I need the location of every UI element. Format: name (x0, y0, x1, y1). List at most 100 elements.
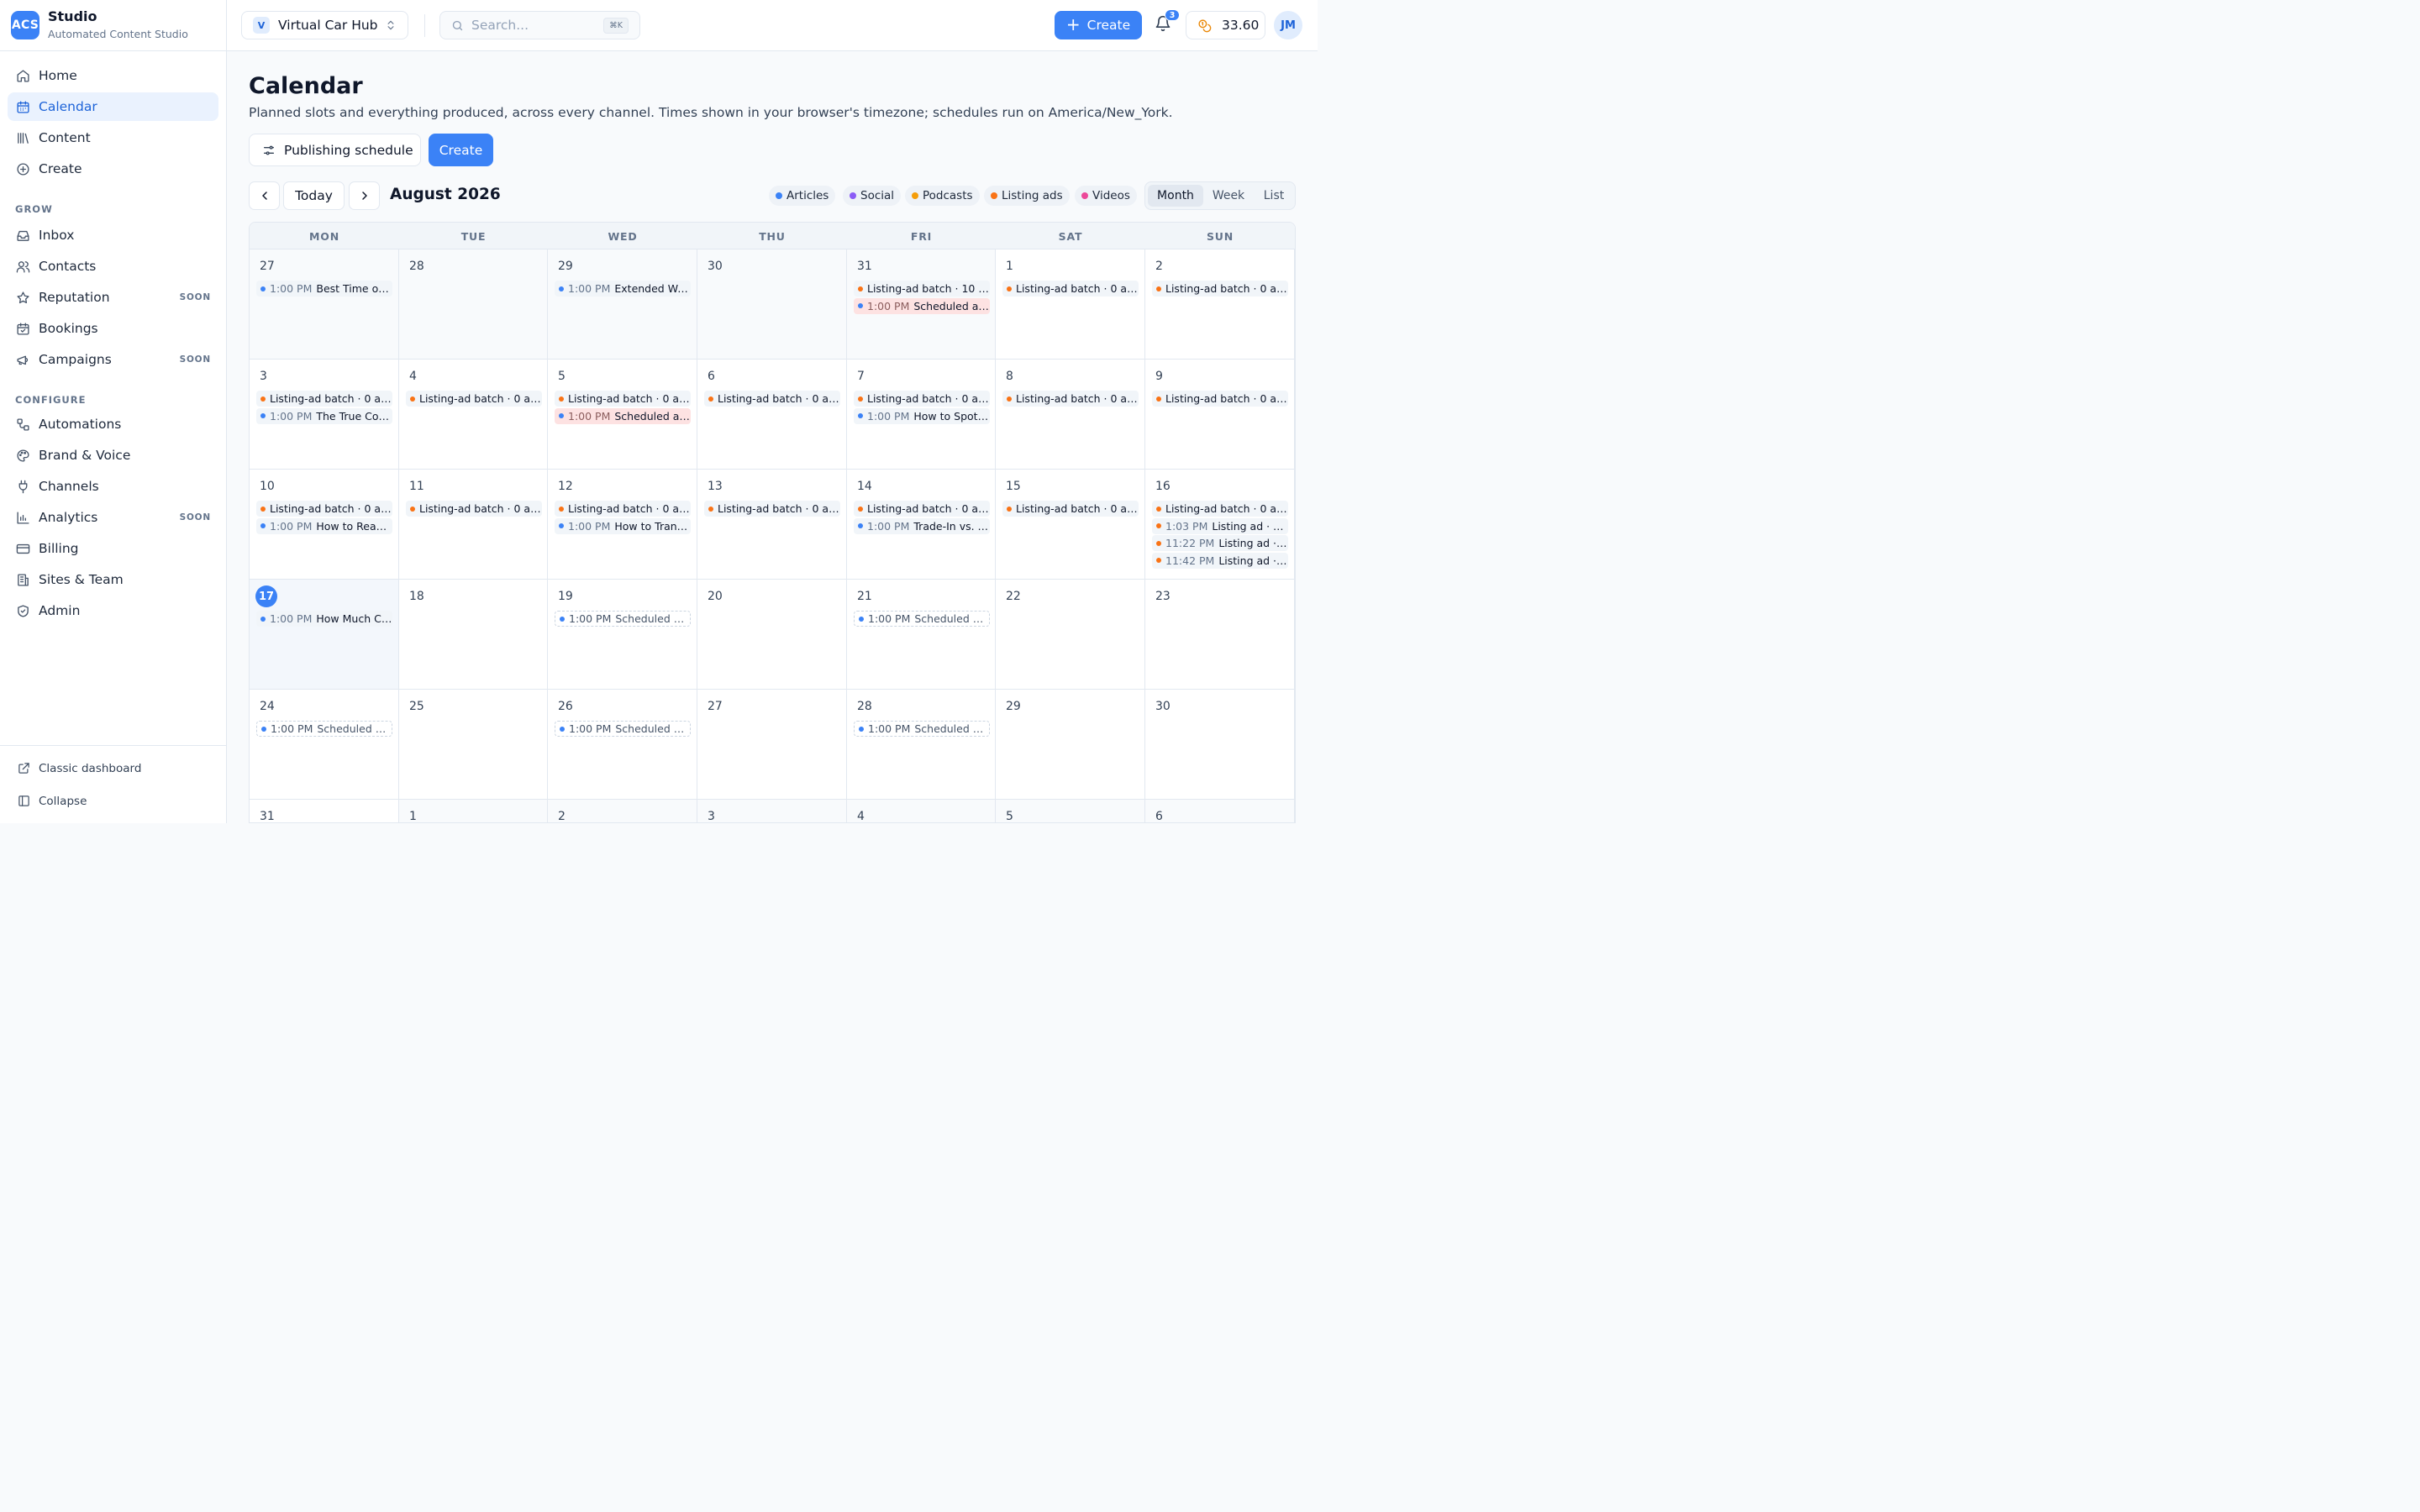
calendar-day-cell[interactable]: 16 Listing-ad batch · 0 ads 1:03 PM Listing… (1145, 470, 1295, 580)
calendar-day-cell[interactable]: 12 Listing-ad batch · 0 ads 1:00 PM How to … (548, 470, 697, 580)
legend-social[interactable]: Social (843, 186, 902, 206)
sidebar-item-analytics[interactable]: Analytics SOON (8, 503, 218, 532)
user-avatar[interactable]: JM (1274, 11, 1302, 39)
calendar-day-cell[interactable]: 1 Listing-ad batch · 0 ads (996, 249, 1145, 360)
calendar-day-cell[interactable]: 29 (996, 690, 1145, 800)
publishing-schedule-button[interactable]: Publishing schedule (249, 134, 421, 166)
sidebar-item-campaigns[interactable]: Campaigns SOON (8, 345, 218, 374)
view-list-option[interactable]: List (1254, 185, 1294, 207)
calendar-event[interactable]: Listing-ad batch · 0 ads (406, 501, 542, 517)
calendar-day-cell[interactable]: 28 (399, 249, 548, 360)
sidebar-item-calendar[interactable]: Calendar (8, 92, 218, 121)
calendar-day-cell[interactable]: 31 Listing-ad batch · 10 ads 1:00 PM Schedu… (847, 249, 996, 360)
calendar-event[interactable]: 1:00 PMExtended Warranty Explained (555, 281, 691, 297)
view-week-option[interactable]: Week (1203, 185, 1254, 207)
calendar-day-cell[interactable]: 28 1:00 PMScheduled article (847, 690, 996, 800)
calendar-event[interactable]: Listing-ad batch · 10 ads (854, 281, 990, 297)
calendar-day-cell[interactable]: 2 (548, 800, 697, 822)
calendar-event[interactable]: Listing-ad batch · 0 ads (704, 501, 840, 517)
legend-listing-ads[interactable]: Listing ads (984, 186, 1070, 206)
search-box[interactable]: ⌘K (439, 11, 640, 39)
calendar-event[interactable]: Listing-ad batch · 0 ads (854, 391, 990, 407)
legend-videos[interactable]: Videos (1075, 186, 1137, 206)
calendar-day-cell[interactable]: 6 (1145, 800, 1295, 822)
calendar-event[interactable]: Listing-ad batch · 0 ads (555, 391, 691, 407)
sidebar-item-brand-voice[interactable]: Brand & Voice (8, 441, 218, 470)
view-month-option[interactable]: Month (1148, 185, 1203, 207)
calendar-day-cell[interactable]: 29 1:00 PMExtended Warranty Explained (548, 249, 697, 360)
calendar-day-cell[interactable]: 31 (250, 800, 399, 822)
calendar-event[interactable]: Listing-ad batch · 0 ads (256, 501, 392, 517)
calendar-day-cell[interactable]: 27 (697, 690, 847, 800)
calendar-day-cell[interactable]: 18 (399, 580, 548, 690)
legend-articles[interactable]: Articles (769, 186, 836, 206)
sidebar-item-contacts[interactable]: Contacts (8, 252, 218, 281)
calendar-day-cell[interactable]: 4 (847, 800, 996, 822)
brand-header[interactable]: ACS Studio Automated Content Studio (0, 0, 226, 51)
sidebar-item-inbox[interactable]: Inbox (8, 221, 218, 249)
calendar-day-cell[interactable]: 30 (697, 249, 847, 360)
calendar-event[interactable]: Listing-ad batch · 0 ads (1002, 391, 1139, 407)
calendar-day-cell[interactable]: 25 (399, 690, 548, 800)
calendar-day-cell[interactable]: 23 (1145, 580, 1295, 690)
calendar-event[interactable]: Listing-ad batch · 0 ads (406, 391, 542, 407)
sidebar-item-reputation[interactable]: Reputation SOON (8, 283, 218, 312)
calendar-event[interactable]: 11:42 PMListing ad · Truck (1152, 552, 1288, 569)
calendar-day-cell[interactable]: 3 (697, 800, 847, 822)
calendar-event[interactable]: 1:00 PMScheduled article (555, 407, 691, 424)
calendar-event[interactable]: Listing-ad batch · 0 ads (256, 391, 392, 407)
calendar-day-cell[interactable]: 1 (399, 800, 548, 822)
calendar-day-cell[interactable]: 8 Listing-ad batch · 0 ads (996, 360, 1145, 470)
calendar-event[interactable]: 11:22 PMListing ad · SUV (1152, 535, 1288, 551)
calendar-event[interactable]: Listing-ad batch · 0 ads (854, 501, 990, 517)
calendar-day-cell[interactable]: 22 (996, 580, 1145, 690)
calendar-event[interactable]: 1:00 PMHow Much Car Can You Afford (256, 611, 392, 627)
sidebar-item-admin[interactable]: Admin (8, 596, 218, 625)
calendar-event[interactable]: Listing-ad batch · 0 ads (1002, 501, 1139, 517)
calendar-day-cell[interactable]: 5 Listing-ad batch · 0 ads 1:00 PM Schedule… (548, 360, 697, 470)
calendar-event[interactable]: Listing-ad batch · 0 ads (1152, 391, 1288, 407)
search-input[interactable] (471, 18, 597, 33)
calendar-event[interactable]: 1:00 PMScheduled article (854, 297, 990, 314)
calendar-event[interactable]: Listing-ad batch · 0 ads (1002, 281, 1139, 297)
calendar-day-cell[interactable]: 11 Listing-ad batch · 0 ads (399, 470, 548, 580)
calendar-day-cell[interactable]: 27 1:00 PMBest Time of Year to Buy a Used… (250, 249, 399, 360)
calendar-day-cell[interactable]: 26 1:00 PMScheduled article (548, 690, 697, 800)
calendar-event[interactable]: Listing-ad batch · 0 ads (555, 501, 691, 517)
calendar-day-cell[interactable]: 20 (697, 580, 847, 690)
calendar-day-cell[interactable]: 6 Listing-ad batch · 0 ads (697, 360, 847, 470)
calendar-day-cell[interactable]: 4 Listing-ad batch · 0 ads (399, 360, 548, 470)
calendar-event[interactable]: 1:00 PMScheduled article (555, 721, 691, 737)
calendar-day-cell[interactable]: 5 (996, 800, 1145, 822)
calendar-day-cell[interactable]: 3 Listing-ad batch · 0 ads 1:00 PM The True… (250, 360, 399, 470)
calendar-day-cell[interactable]: 21 1:00 PMScheduled article (847, 580, 996, 690)
sidebar-item-home[interactable]: Home (8, 61, 218, 90)
calendar-event[interactable]: 1:00 PMScheduled article (256, 721, 392, 737)
sidebar-item-channels[interactable]: Channels (8, 472, 218, 501)
calendar-event[interactable]: Listing-ad batch · 0 ads (704, 391, 840, 407)
sidebar-item-content[interactable]: Content (8, 123, 218, 152)
sidebar-item-create[interactable]: Create (8, 155, 218, 183)
previous-month-button[interactable] (249, 181, 280, 210)
sidebar-item-billing[interactable]: Billing (8, 534, 218, 563)
calendar-event[interactable]: 1:00 PMHow to Spot a Flood Car (854, 407, 990, 424)
calendar-day-cell[interactable]: 30 (1145, 690, 1295, 800)
calendar-day-cell[interactable]: 24 1:00 PM Scheduled article (250, 690, 399, 800)
calendar-event[interactable]: 1:03 PM Listing ad · Sedan (1152, 517, 1288, 534)
today-button[interactable]: Today (283, 181, 345, 210)
create-button[interactable]: + Create (1055, 11, 1142, 39)
calendar-day-cell[interactable]: 14 Listing-ad batch · 0 ads 1:00 PM Trade-I… (847, 470, 996, 580)
calendar-day-cell[interactable]: 7 Listing-ad batch · 0 ads 1:00 PM How to S… (847, 360, 996, 470)
calendar-event[interactable]: 1:00 PMScheduled article (854, 721, 990, 737)
workspace-switcher[interactable]: V Virtual Car Hub (241, 11, 408, 39)
calendar-day-cell[interactable]: 15 Listing-ad batch · 0 ads (996, 470, 1145, 580)
calendar-day-cell[interactable]: 9 Listing-ad batch · 0 ads (1145, 360, 1295, 470)
calendar-day-cell[interactable]: 2 Listing-ad batch · 0 ads (1145, 249, 1295, 360)
calendar-event[interactable]: 1:00 PMScheduled article (854, 611, 990, 627)
sidebar-item-sites-team[interactable]: Sites & Team (8, 565, 218, 594)
calendar-event[interactable]: Listing-ad batch · 0 ads (1152, 501, 1288, 517)
calendar-event[interactable]: 1:00 PMThe True Cost of Car Ownership (256, 407, 392, 424)
calendar-day-cell[interactable]: 19 1:00 PMScheduled article (548, 580, 697, 690)
calendar-day-cell[interactable]: 13 Listing-ad batch · 0 ads (697, 470, 847, 580)
calendar-event[interactable]: 1:00 PMHow to Transfer a Title (555, 517, 691, 534)
